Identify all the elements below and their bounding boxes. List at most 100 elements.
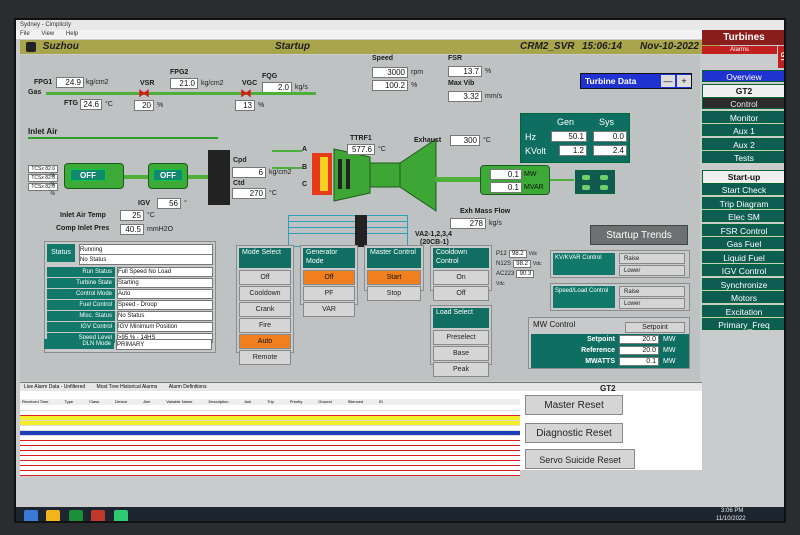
- alarm-column-header[interactable]: ID: [379, 399, 383, 404]
- cool-button-off[interactable]: Off: [433, 286, 489, 301]
- speed-lower-button[interactable]: Lower: [619, 298, 685, 309]
- kv-raise-button[interactable]: Raise: [619, 253, 685, 264]
- status-row: IGV Control IGV Minimum Position: [47, 322, 213, 332]
- genmode-button-pf[interactable]: PF: [303, 286, 355, 301]
- turbine-data-plus-button[interactable]: +: [677, 75, 691, 87]
- master-button-stop[interactable]: Stop: [367, 286, 421, 301]
- sidebar-item-fsr-control[interactable]: FSR Control: [702, 223, 784, 236]
- sidebar-item-monitor[interactable]: Monitor: [702, 110, 784, 123]
- clock-date: Nov-10-2022: [640, 41, 699, 52]
- off-button-2[interactable]: OFF: [153, 169, 183, 181]
- master-reset-button[interactable]: Master Reset: [525, 395, 623, 415]
- alarm-column-header[interactable]: Ack: [244, 399, 251, 404]
- gt-tab[interactable]: GT: [778, 46, 784, 68]
- inlet-temp-value: 25: [120, 210, 144, 221]
- start-icon[interactable]: [24, 510, 38, 521]
- sidebar-item-trip-diagram[interactable]: Trip Diagram: [702, 196, 784, 209]
- inlet-temp-label: Inlet Air Temp: [60, 212, 106, 219]
- app-icon[interactable]: [91, 510, 106, 521]
- alarm-row[interactable]: [20, 471, 520, 476]
- load-button-base[interactable]: Base: [433, 346, 489, 361]
- sidebar-item-start-up[interactable]: Start-up: [702, 169, 784, 184]
- mode-button-cooldown[interactable]: Cooldown: [239, 286, 291, 301]
- genmode-button-off[interactable]: Off: [303, 270, 355, 285]
- master-buttons: Start Stop: [367, 270, 421, 302]
- off-button-1[interactable]: OFF: [70, 169, 106, 181]
- alarms-indicator[interactable]: Alarms: [702, 46, 777, 54]
- speed-label: Speed: [372, 55, 394, 62]
- sidebar-item-igv-control[interactable]: IGV Control: [702, 264, 784, 276]
- cool-button-on[interactable]: On: [433, 270, 489, 285]
- mode-button-fire[interactable]: Fire: [239, 318, 291, 333]
- vsr-valve-icon[interactable]: ⧓: [138, 87, 152, 99]
- vsr-unit: %: [157, 102, 164, 109]
- sidebar-item-control[interactable]: Control: [702, 97, 784, 109]
- exhaust-diffuser: [399, 138, 437, 212]
- alarm-column-header[interactable]: Ground: [318, 399, 331, 404]
- mode-select-panel: Mode Select Off Cooldown Crank Fire Auto Remo…: [236, 245, 294, 365]
- alarm-tab-definitions[interactable]: Alarm Definitions: [169, 384, 207, 390]
- speed-raise-button[interactable]: Raise: [619, 286, 685, 297]
- alarm-column-header[interactable]: Description: [208, 399, 228, 404]
- sidebar-item-gt2[interactable]: GT2: [702, 83, 784, 98]
- servo-suicide-reset-button[interactable]: Servo Suicide Reset: [525, 449, 635, 469]
- alarm-column-header[interactable]: Silenced: [348, 399, 363, 404]
- status-row-value: Auto: [117, 289, 213, 299]
- kv-lower-button[interactable]: Lower: [619, 265, 685, 276]
- excel-icon[interactable]: [68, 510, 83, 521]
- breaker-icon[interactable]: [575, 170, 615, 194]
- vgc-valve-icon[interactable]: ⧓: [240, 87, 254, 99]
- tcs-value: TCSx 82.6 %: [28, 174, 58, 188]
- mode-button-auto[interactable]: Auto: [239, 334, 291, 349]
- alarm-column-header[interactable]: Trip: [267, 399, 274, 404]
- setpoint-button[interactable]: Setpoint: [625, 322, 685, 333]
- mode-button-off[interactable]: Off: [239, 270, 291, 285]
- sidebar-item-start-check[interactable]: Start Check: [702, 183, 784, 195]
- menu-view[interactable]: View: [41, 31, 54, 37]
- kv-label: KVolt: [525, 146, 547, 156]
- load-button-peak[interactable]: Peak: [433, 362, 489, 377]
- sidebar-item-overview[interactable]: Overview: [702, 70, 784, 82]
- sidebar-item-synchronize[interactable]: Synchronize: [702, 277, 784, 290]
- diagnostic-reset-button[interactable]: Diagnostic Reset: [525, 423, 623, 443]
- mode-button-remote[interactable]: Remote: [239, 350, 291, 365]
- sidebar-item-primary-freq[interactable]: Primary_Freq: [702, 318, 784, 330]
- alarm-column-header[interactable]: Type: [64, 399, 73, 404]
- alarm-column-header[interactable]: Received Time: [22, 399, 48, 404]
- mw-row-value: 0.1: [619, 357, 659, 366]
- turbine-data-minus-button[interactable]: —: [661, 75, 675, 87]
- alarm-column-header[interactable]: Priority: [290, 399, 302, 404]
- menu-help[interactable]: Help: [66, 31, 78, 37]
- alarm-tab-historical[interactable]: Most Tree Historical Alarms: [97, 384, 158, 390]
- sidebar-item-aux-1[interactable]: Aux 1: [702, 124, 784, 136]
- alarm-tab-live[interactable]: Live Alarm Data - Unfiltered: [24, 384, 85, 390]
- alarm-column-header[interactable]: Device: [115, 399, 127, 404]
- load-button-preselect[interactable]: Preselect: [433, 330, 489, 345]
- sidebar-item-excitation[interactable]: Excitation: [702, 304, 784, 317]
- explorer-icon[interactable]: [46, 510, 61, 521]
- mode-button-crank[interactable]: Crank: [239, 302, 291, 317]
- startup-trends-button[interactable]: Startup Trends: [590, 225, 688, 245]
- turbine-data-select[interactable]: Turbine Data — +: [580, 73, 692, 89]
- sidebar-item-tests[interactable]: Tests: [702, 151, 784, 163]
- fsr-unit: %: [485, 68, 492, 75]
- alarm-column-header[interactable]: Class: [89, 399, 99, 404]
- alarm-column-header[interactable]: Alm: [143, 399, 150, 404]
- flame-core: [320, 157, 328, 191]
- app2-icon[interactable]: [113, 510, 128, 521]
- taskbar-date: 11/10/2022: [716, 516, 746, 522]
- sidebar-item-aux-2[interactable]: Aux 2: [702, 137, 784, 150]
- menu-file[interactable]: File: [20, 31, 30, 37]
- alarm-column-header[interactable]: Variable Name: [166, 399, 192, 404]
- hmi-screen: Sydney - Cimplicity File View Help Suzho…: [14, 18, 786, 523]
- blade-row: [346, 159, 350, 189]
- sidebar-item-gas-fuel[interactable]: Gas Fuel: [702, 237, 784, 249]
- master-button-start[interactable]: Start: [367, 270, 421, 285]
- speed-pct-unit: %: [411, 82, 418, 89]
- sidebar-item-liquid-fuel[interactable]: Liquid Fuel: [702, 250, 784, 263]
- sidebar-item-motors[interactable]: Motors: [702, 291, 784, 303]
- genmode-button-var[interactable]: VAR: [303, 302, 355, 317]
- fpg1-value: 24.9: [56, 77, 84, 88]
- dln-value: PRIMARY: [116, 339, 212, 350]
- sidebar-item-elec-sm[interactable]: Elec SM: [702, 210, 784, 222]
